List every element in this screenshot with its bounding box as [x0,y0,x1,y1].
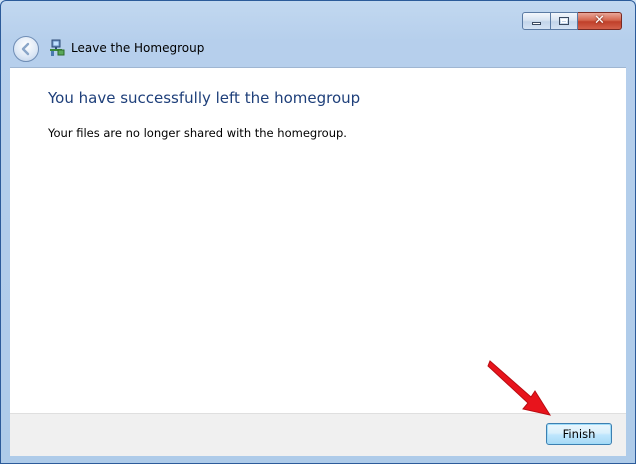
window-title: Leave the Homegroup [71,41,205,55]
status-message: Your files are no longer shared with the… [48,126,347,140]
back-button[interactable] [13,36,39,62]
maximize-icon [559,17,569,25]
close-icon: ✕ [594,13,605,28]
footer-bar: Finish [10,413,626,456]
red-arrow-icon [487,360,552,416]
maximize-button[interactable] [551,12,578,30]
page-heading: You have successfully left the homegroup [48,89,361,107]
caption-buttons: ✕ [522,12,622,30]
minimize-button[interactable] [522,12,551,30]
homegroup-icon [50,39,65,56]
finish-button[interactable]: Finish [546,423,612,445]
minimize-icon [532,22,541,25]
wizard-window: ✕ Leave the Homegroup You have successfu… [0,0,636,464]
back-arrow-icon [21,42,30,56]
close-button[interactable]: ✕ [578,12,622,30]
